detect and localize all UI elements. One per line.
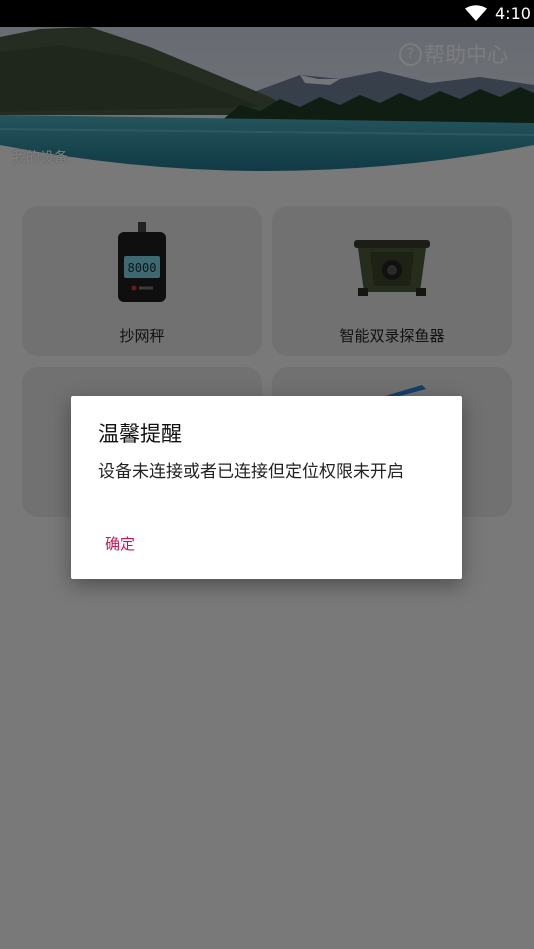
dialog-title: 温馨提醒 xyxy=(98,422,182,446)
app-screen: 4:10 温馨提醒 设备未连接或者已连接但定位权限未开启 确定 xyxy=(0,0,534,949)
status-time: 4:10 xyxy=(495,4,531,23)
confirm-button[interactable]: 确定 xyxy=(97,529,143,558)
status-bar: 4:10 xyxy=(0,0,534,27)
wifi-icon xyxy=(465,5,487,21)
dialog-message: 设备未连接或者已连接但定位权限未开启 xyxy=(98,462,404,482)
alert-dialog: 温馨提醒 设备未连接或者已连接但定位权限未开启 确定 xyxy=(71,396,462,579)
